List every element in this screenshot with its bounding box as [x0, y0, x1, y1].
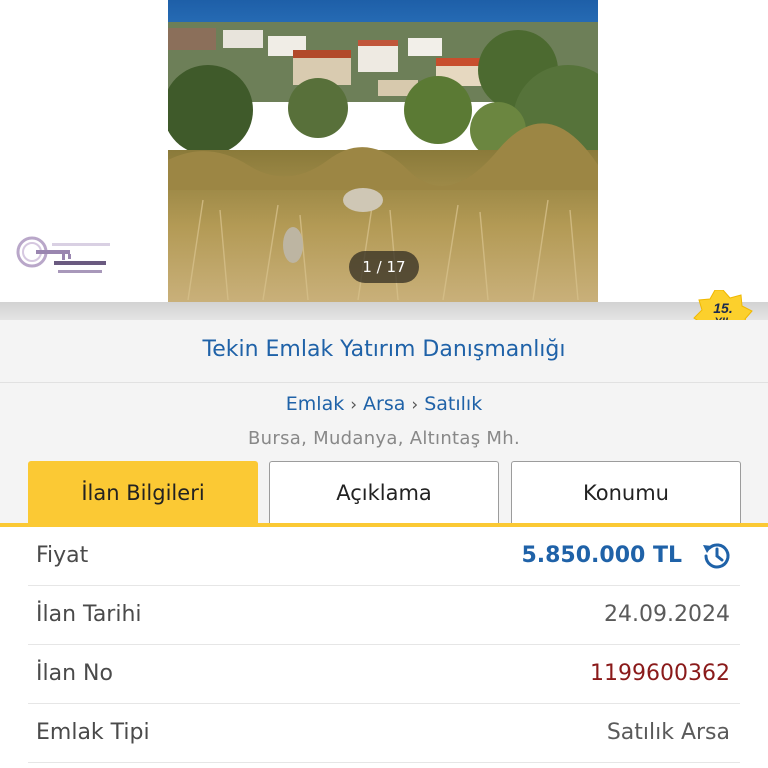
tab-ilan-bilgileri[interactable]: İlan Bilgileri — [28, 461, 258, 523]
chevron-right-icon: › — [411, 395, 419, 415]
date-label: İlan Tarihi — [36, 602, 142, 627]
chevron-right-icon: › — [350, 395, 358, 415]
agency-logo — [14, 234, 126, 284]
detail-row-listing-no: İlan No 1199600362 — [28, 645, 740, 704]
breadcrumb-item-arsa[interactable]: Arsa — [363, 393, 405, 415]
badge-number: 15. — [713, 300, 733, 316]
price-label: Fiyat — [36, 543, 89, 568]
store-name-link[interactable]: Tekin Emlak Yatırım Danışmanlığı — [0, 320, 768, 380]
photo-gallery[interactable]: 1 / 17 — [0, 0, 768, 302]
tab-konumu[interactable]: Konumu — [511, 461, 741, 523]
date-value: 24.09.2024 — [604, 602, 730, 627]
detail-row-price: Fiyat 5.850.000 TL — [28, 527, 740, 586]
detail-row-date: İlan Tarihi 24.09.2024 — [28, 586, 740, 645]
tab-aciklama[interactable]: Açıklama — [269, 461, 499, 523]
store-header[interactable]: Tekin Emlak Yatırım Danışmanlığı — [0, 320, 768, 383]
price-history-icon[interactable] — [700, 539, 734, 573]
type-value: Satılık Arsa — [606, 720, 730, 745]
photo-counter: 1 / 17 — [349, 251, 419, 283]
listing-location: Bursa, Mudanya, Altıntaş Mh. — [248, 428, 520, 449]
breadcrumb-item-satilik[interactable]: Satılık — [424, 393, 482, 415]
price-value: 5.850.000 TL — [521, 543, 682, 568]
detail-row-type: Emlak Tipi Satılık Arsa — [28, 704, 740, 763]
type-label: Emlak Tipi — [36, 720, 150, 745]
breadcrumb: Emlak › Arsa › Satılık Bursa, Mudanya, Altın… — [0, 383, 768, 461]
listing-no-label: İlan No — [36, 661, 113, 686]
breadcrumb-item-emlak[interactable]: Emlak — [286, 393, 344, 415]
listing-no-value: 1199600362 — [590, 661, 730, 686]
section-separator — [0, 302, 768, 320]
